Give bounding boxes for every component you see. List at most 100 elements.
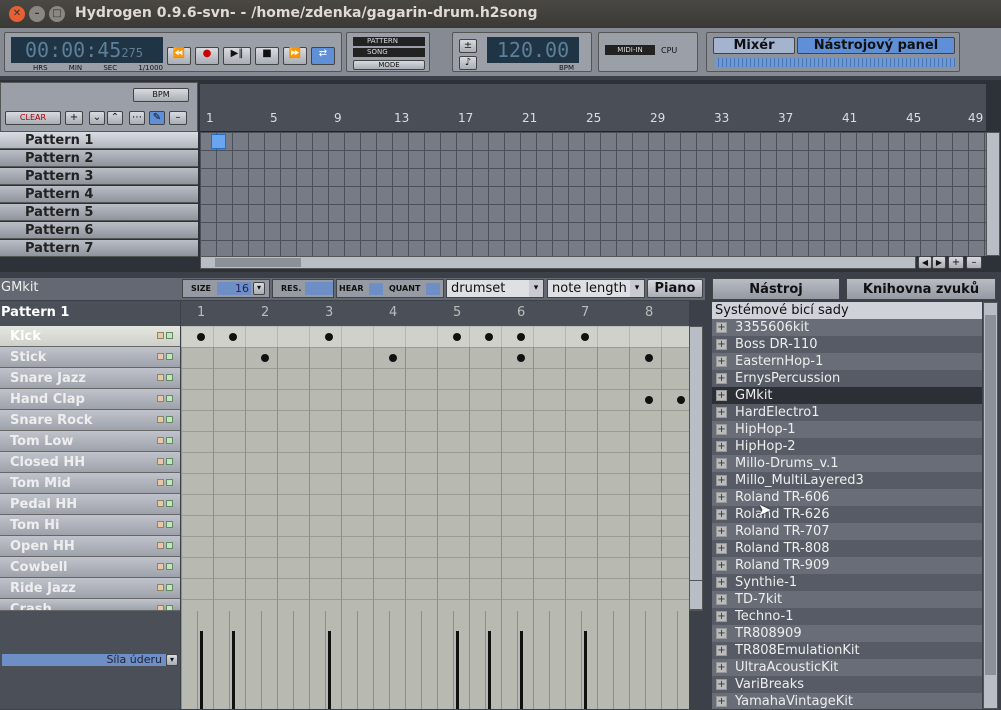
expand-icon[interactable]: + <box>716 611 727 622</box>
solo-toggle[interactable] <box>166 458 173 465</box>
song-vertical-scrollbar[interactable] <box>986 132 1000 256</box>
instrument-row[interactable]: Tom Hi <box>0 515 180 536</box>
solo-toggle[interactable] <box>166 479 173 486</box>
expand-icon[interactable]: + <box>716 560 727 571</box>
zoom-out-button[interactable]: – <box>966 256 982 269</box>
velocity-bar[interactable] <box>584 631 587 709</box>
kit-list-item[interactable]: + Roland TR-909 <box>712 557 982 574</box>
expand-icon[interactable]: + <box>716 492 727 503</box>
fast-forward-button[interactable]: ⏩ <box>283 47 307 65</box>
kit-list-item[interactable]: + UltraAcousticKit <box>712 659 982 676</box>
bpm-display[interactable]: 120.00 <box>487 37 579 63</box>
expand-icon[interactable]: + <box>716 407 727 418</box>
expand-icon[interactable]: + <box>716 458 727 469</box>
mixer-button[interactable]: Mixér <box>713 37 795 54</box>
pattern-list-item[interactable]: Pattern 3 <box>0 168 198 185</box>
expand-icon[interactable]: + <box>716 373 727 384</box>
expand-icon[interactable]: + <box>716 356 727 367</box>
draw-mode-button[interactable]: ✎ <box>149 111 165 125</box>
kit-list-item[interactable]: + HardElectro1 <box>712 404 982 421</box>
scrollbar-thumb[interactable] <box>215 258 301 267</box>
note[interactable] <box>485 333 493 341</box>
kit-list-item[interactable]: +3355606kit <box>712 319 982 336</box>
remove-button[interactable]: – <box>169 111 187 125</box>
solo-toggle[interactable] <box>166 584 173 591</box>
expand-icon[interactable]: + <box>716 628 727 639</box>
mute-toggle[interactable] <box>157 374 164 381</box>
mute-toggle[interactable] <box>157 395 164 402</box>
kit-list-item[interactable]: + TD-7kit <box>712 591 982 608</box>
kit-list-item[interactable]: + Roland TR-808 <box>712 540 982 557</box>
maximize-icon[interactable]: □ <box>49 6 65 22</box>
note[interactable] <box>325 333 333 341</box>
song-mode-indicator[interactable]: SONG <box>353 48 425 57</box>
expand-icon[interactable]: + <box>716 662 727 673</box>
instrument-row[interactable]: Snare Rock <box>0 410 180 431</box>
mute-toggle[interactable] <box>157 416 164 423</box>
solo-toggle[interactable] <box>166 395 173 402</box>
velocity-bar[interactable] <box>232 631 235 709</box>
kit-list-item[interactable]: + EasternHop-1 <box>712 353 982 370</box>
velocity-bar[interactable] <box>520 631 523 709</box>
note[interactable] <box>517 354 525 362</box>
pattern-list-item[interactable]: Pattern 2 <box>0 150 198 167</box>
close-icon[interactable]: ✕ <box>9 6 25 22</box>
velocity-property-select[interactable]: Síla úderu <box>2 654 166 666</box>
clear-button[interactable]: CLEAR <box>5 111 61 125</box>
instrument-row[interactable]: Hand Clap <box>0 389 180 410</box>
kit-list-item[interactable]: + TR808EmulationKit <box>712 642 982 659</box>
mute-toggle[interactable] <box>157 500 164 507</box>
mute-toggle[interactable] <box>157 563 164 570</box>
resolution-value[interactable] <box>305 282 333 295</box>
kit-list-item[interactable]: + Millo_MultiLayered3 <box>712 472 982 489</box>
expand-icon[interactable]: + <box>716 390 727 401</box>
solo-toggle[interactable] <box>166 521 173 528</box>
note[interactable] <box>229 333 237 341</box>
kit-list-item[interactable]: + Boss DR-110 <box>712 336 982 353</box>
expand-icon[interactable]: + <box>716 475 727 486</box>
solo-toggle[interactable] <box>166 332 173 339</box>
velocity-bar[interactable] <box>200 631 203 709</box>
song-horizontal-scrollbar[interactable] <box>200 256 916 269</box>
song-bpm-button[interactable]: BPM <box>133 88 189 102</box>
mute-toggle[interactable] <box>157 584 164 591</box>
rewind-button[interactable]: ⏪ <box>167 47 191 65</box>
chevron-down-icon[interactable]: ▾ <box>166 654 178 666</box>
song-pattern-cell-active[interactable] <box>211 134 226 149</box>
solo-toggle[interactable] <box>166 437 173 444</box>
chevron-down-icon[interactable]: ▾ <box>630 280 644 297</box>
size-dropdown-icon[interactable]: ▾ <box>253 282 265 295</box>
expand-icon[interactable]: + <box>716 679 727 690</box>
kit-list-item-selected[interactable]: + GMkit <box>712 387 982 404</box>
metronome-button[interactable]: ♪ <box>459 56 477 70</box>
add-pattern-button[interactable]: + <box>65 111 83 125</box>
solo-toggle[interactable] <box>166 542 173 549</box>
pattern-list-item[interactable]: Pattern 7 <box>0 240 198 257</box>
instrument-row[interactable]: Cowbell <box>0 557 180 578</box>
expand-icon[interactable]: + <box>716 543 727 554</box>
note[interactable] <box>645 396 653 404</box>
kit-list-item[interactable]: + Techno-1 <box>712 608 982 625</box>
pattern-mode-indicator[interactable]: PATTERN <box>353 37 425 46</box>
pattern-list-item[interactable]: Pattern 1 <box>0 132 198 149</box>
kit-list-item[interactable]: + Roland TR-606 <box>712 489 982 506</box>
stop-button[interactable]: ■ <box>255 47 279 65</box>
pattern-list-item[interactable]: Pattern 4 <box>0 186 198 203</box>
note[interactable] <box>261 354 269 362</box>
note[interactable] <box>645 354 653 362</box>
minimize-icon[interactable]: – <box>29 6 45 22</box>
instrument-row[interactable]: Closed HH <box>0 452 180 473</box>
kit-list-item[interactable]: + HipHop-2 <box>712 438 982 455</box>
instrument-row[interactable]: Open HH <box>0 536 180 557</box>
record-button[interactable]: ● <box>195 47 219 65</box>
note[interactable] <box>197 333 205 341</box>
expand-icon[interactable]: + <box>716 339 727 350</box>
expand-icon[interactable]: + <box>716 322 727 333</box>
solo-toggle[interactable] <box>166 353 173 360</box>
instrument-row[interactable]: Pedal HH <box>0 494 180 515</box>
note[interactable] <box>581 333 589 341</box>
instrument-row[interactable]: Tom Mid <box>0 473 180 494</box>
chevron-down-icon[interactable]: ▾ <box>529 280 543 297</box>
tree-header[interactable]: Systémové bicí sady <box>712 302 982 319</box>
kit-list-item[interactable]: + TR808909 <box>712 625 982 642</box>
